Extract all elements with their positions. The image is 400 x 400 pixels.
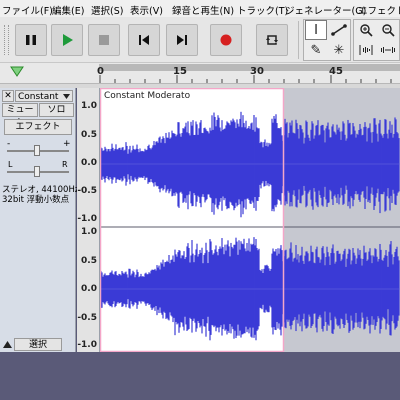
stop-button[interactable] [88,24,120,56]
pin-playhead-icon[interactable] [10,66,24,78]
play-icon [63,34,73,46]
envelope-icon [331,24,347,36]
menu-view[interactable]: 表示(V) [130,3,163,17]
menu-generate[interactable]: ジェネレーター(G) [285,3,366,17]
track-control-panel: ✕ Constant Mo ミュート ソロ エフェクト - + L R ステレオ… [0,88,79,352]
y-label: -0.5 [77,313,97,323]
zoom-out-icon [382,24,395,37]
zoom-in-button[interactable] [355,20,377,40]
waveform-view[interactable]: Constant Moderato [100,88,400,352]
gain-minus-label: - [7,139,11,149]
toolbar-separator [298,21,299,59]
zoom-in-icon [360,24,373,37]
menu-bar: ファイル(F) 編集(E) 選択(S) 表示(V) 録音と再生(N) トラック(… [0,0,400,17]
selection-tool[interactable]: I [305,20,327,40]
skip-to-end-button[interactable] [166,24,198,56]
y-label: 0.5 [81,130,97,140]
effects-button[interactable]: エフェクト [4,119,72,135]
trim-icon [359,45,373,55]
toolbar: I ✎ ✳ [0,17,400,63]
gain-plus-label: + [63,139,71,149]
chevron-down-icon [63,94,70,99]
multi-tool[interactable]: ✳ [328,40,350,60]
empty-track-area [0,352,400,400]
loop-icon [266,35,278,45]
menu-edit[interactable]: 編集(E) [52,3,84,17]
track-close-button[interactable]: ✕ [2,90,14,102]
clip-name: Constant Moderato [104,91,191,101]
record-button[interactable] [210,24,242,56]
menu-record-play[interactable]: 録音と再生(N) [172,3,234,17]
select-track-button[interactable]: 選択 [14,338,62,351]
edit-toolbar [353,19,400,61]
play-button[interactable] [51,24,83,56]
trim-audio-button[interactable] [355,40,377,60]
pause-icon [26,35,36,45]
amplitude-scale: 1.0 0.5 0.0 -0.5 -1.0 1.0 0.5 0.0 -0.5 -… [77,88,100,352]
y-label: -1.0 [77,214,97,224]
track-menu-button[interactable]: Constant Mo [15,90,73,114]
menu-effect[interactable]: エフェクト(C [358,3,400,17]
y-label: 1.0 [81,101,97,111]
draw-tool[interactable]: ✎ [305,40,327,60]
y-label: -0.5 [77,186,97,196]
timeline-ticks [99,75,392,83]
pause-button[interactable] [15,24,47,56]
skip-to-start-icon [139,35,149,45]
tools-toolbar: I ✎ ✳ [303,19,351,61]
stop-icon [99,35,109,45]
gain-slider-thumb[interactable] [34,145,40,156]
zoom-out-button[interactable] [377,20,399,40]
collapse-icon[interactable] [3,341,12,348]
pan-slider-thumb[interactable] [34,166,40,177]
solo-button[interactable]: ソロ [39,103,74,117]
skip-to-end-icon [177,35,187,45]
loop-button[interactable] [256,24,288,56]
timeline-ruler[interactable]: 0 15 30 45 [0,63,400,84]
toolbar-grip[interactable] [4,25,9,55]
record-icon [220,34,232,46]
pan-left-label: L [8,160,13,169]
y-label: 1.0 [81,227,97,237]
menu-tracks[interactable]: トラック(T) [237,3,288,17]
y-label: 0.0 [81,158,97,168]
y-label: 0.5 [81,256,97,266]
pan-right-label: R [62,160,68,169]
silence-audio-button[interactable] [377,40,399,60]
y-label: 0.0 [81,284,97,294]
envelope-tool[interactable] [328,20,350,40]
skip-to-start-button[interactable] [128,24,160,56]
mute-button[interactable]: ミュート [2,103,38,128]
y-label: -1.0 [77,340,97,350]
silence-icon [381,47,395,53]
menu-select[interactable]: 選択(S) [91,3,123,17]
menu-file[interactable]: ファイル(F) [2,3,53,17]
track-info-bitdepth: 32bit 浮動小数点 [2,195,70,205]
